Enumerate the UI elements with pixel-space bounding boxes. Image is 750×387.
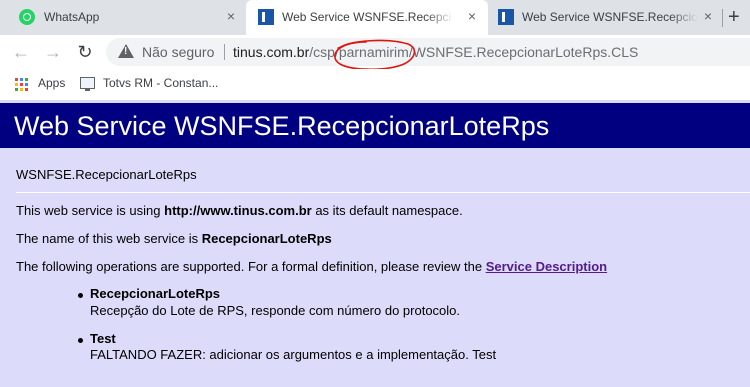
forward-button[interactable]: → [42, 41, 64, 63]
url-host: tinus.com.br [233, 44, 310, 60]
security-label[interactable]: Não seguro [142, 44, 214, 60]
page-banner: Web Service WSNFSE.RecepcionarLoteRps [0, 103, 750, 148]
operations-intro-text: The following operations are supported. … [16, 259, 486, 274]
list-bullet [78, 293, 83, 298]
service-name-prefix: The name of this web service is [16, 231, 202, 246]
warning-icon-mark: ! [124, 46, 128, 57]
operation-description: Recepção do Lote de RPS, responde com nú… [90, 303, 461, 318]
tab-title-fade [670, 0, 698, 35]
bookmark-apps[interactable]: Apps [38, 76, 65, 90]
reload-button[interactable]: ↻ [74, 41, 96, 63]
divider [16, 192, 750, 193]
bookmarks-bar: Apps Totvs RM - Constan... [0, 69, 750, 101]
service-name-value: RecepcionarLoteRps [201, 231, 332, 246]
namespace-value: http://www.tinus.com.br [164, 203, 312, 218]
namespace-line: This web service is using http://www.tin… [16, 203, 463, 218]
apps-grid-icon [15, 78, 29, 92]
namespace-prefix: This web service is using [16, 203, 165, 218]
operation-name-test[interactable]: Test [90, 331, 116, 346]
tab-web-service[interactable]: Web Service WSNFSE.Recepcionar × [488, 0, 722, 35]
service-description-link[interactable]: Service Description [486, 259, 607, 274]
document-icon [258, 9, 274, 25]
close-icon[interactable]: × [464, 8, 480, 24]
back-button[interactable]: ← [10, 41, 32, 63]
tab-whatsapp[interactable]: WhatsApp × [0, 0, 244, 35]
address-bar[interactable]: ! Não seguro tinus.com.br/csp/parnamirim… [106, 38, 750, 66]
operations-intro-line: The following operations are supported. … [16, 259, 607, 274]
new-tab-button[interactable]: + [728, 7, 740, 27]
service-name-line: The name of this web service is Recepcio… [16, 231, 332, 246]
monitor-icon [80, 77, 95, 91]
whatsapp-icon [19, 9, 35, 25]
tab-title: WhatsApp [44, 10, 100, 24]
namespace-suffix: as its default namespace. [311, 203, 463, 218]
operation-description: FALTANDO FAZER: adicionar os argumentos … [90, 347, 497, 362]
operation-name-recepcionarloterps[interactable]: RecepcionarLoteRps [90, 286, 220, 301]
tab-separator [722, 9, 723, 27]
url-text[interactable]: tinus.com.br/csp/parnamirim/WSNFSE.Recep… [233, 44, 638, 60]
security-separator [224, 44, 225, 60]
document-icon [498, 9, 514, 25]
url-path: /csp/parnamirim/WSNFSE.RecepcionarLoteRp… [309, 44, 639, 60]
tab-strip: WhatsApp × Web Service WSNFSE.Recepciona… [0, 0, 750, 35]
close-icon[interactable]: × [223, 8, 239, 24]
page-content: Web Service WSNFSE.RecepcionarLoteRps WS… [0, 101, 750, 387]
tab-web-service-active[interactable]: Web Service WSNFSE.Recepcionar × [246, 0, 488, 35]
page-title: Web Service WSNFSE.RecepcionarLoteRps [14, 111, 550, 141]
tab-title-fade [426, 0, 454, 35]
list-bullet [78, 338, 83, 343]
close-icon[interactable]: × [700, 8, 716, 24]
browser-toolbar: ← → ↻ ! Não seguro tinus.com.br/csp/parn… [0, 35, 750, 69]
bookmark-totvs-rm[interactable]: Totvs RM - Constan... [103, 76, 218, 90]
service-name: WSNFSE.RecepcionarLoteRps [16, 167, 197, 182]
